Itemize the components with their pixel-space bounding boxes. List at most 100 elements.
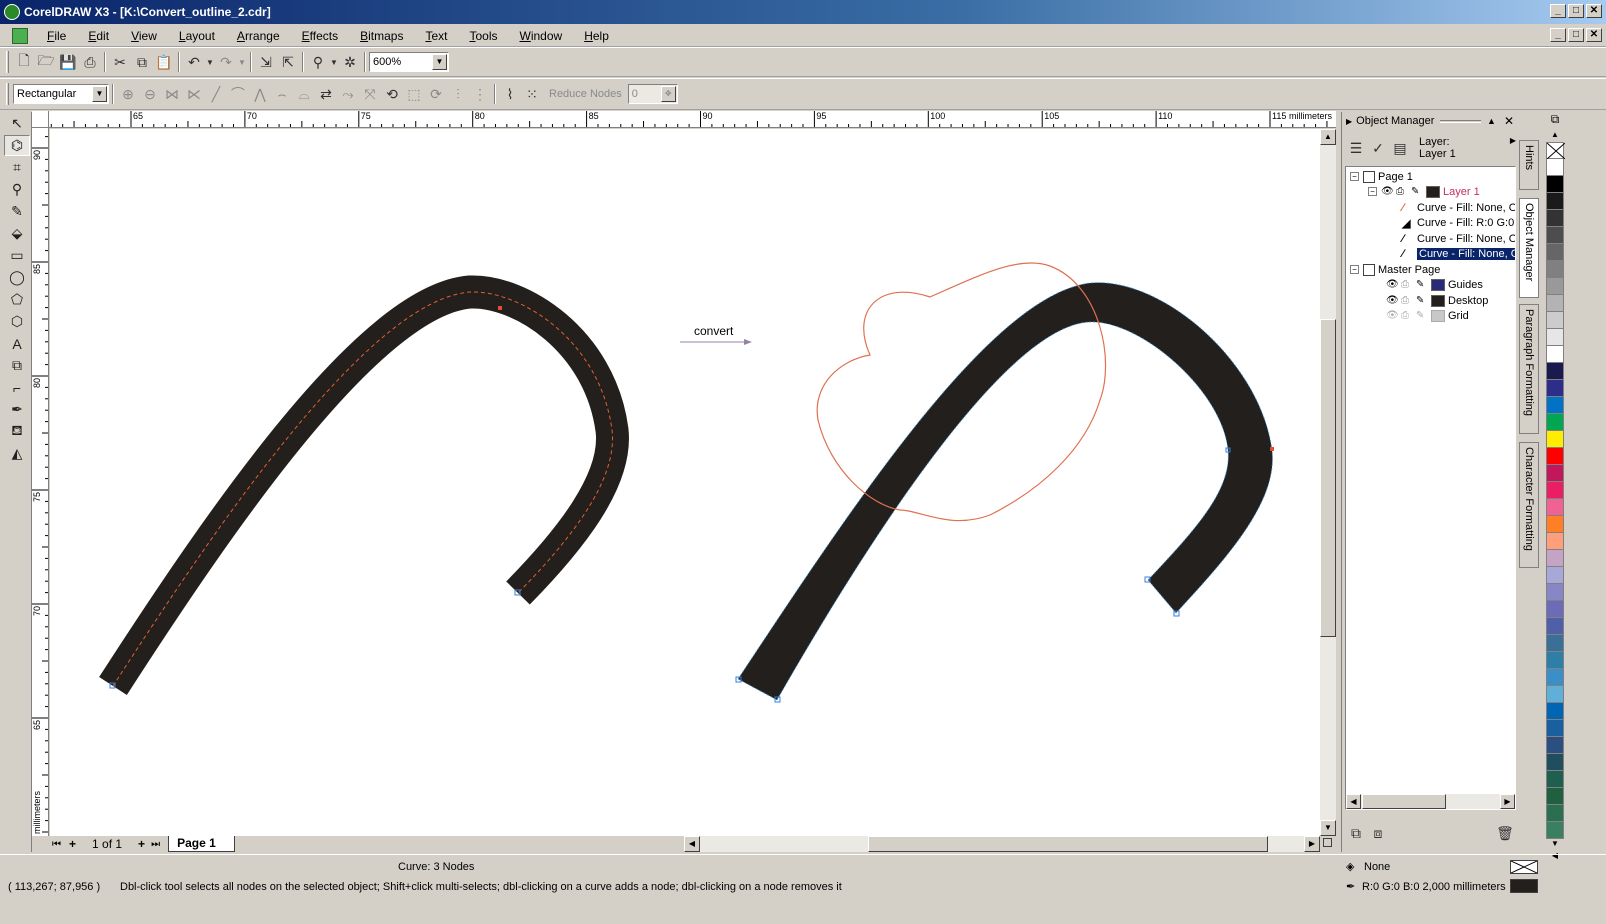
no-color-swatch[interactable] (1546, 142, 1565, 159)
freehand-tool-icon[interactable]: ✎ (4, 201, 30, 222)
menu-edit[interactable]: Edit (77, 29, 120, 43)
edit-across-layers-icon[interactable]: ✓ (1367, 137, 1389, 159)
color-swatch[interactable] (1546, 380, 1564, 397)
last-page-icon[interactable]: ⏭ (151, 839, 160, 850)
fill-swatch[interactable] (1510, 860, 1538, 874)
tree-desktop-layer[interactable]: 👁 ⎙ ✎ Desktop (1386, 293, 1488, 308)
outline-pen-icon[interactable]: ✒ (1346, 880, 1355, 893)
color-swatch[interactable] (1546, 261, 1564, 278)
tree-scrollbar[interactable]: ◀ ▶ (1346, 794, 1515, 809)
maximize-button[interactable]: □ (1568, 4, 1584, 18)
color-swatch[interactable] (1546, 618, 1564, 635)
menu-file[interactable]: File (36, 29, 77, 43)
copy-icon[interactable]: ⧉ (131, 51, 153, 73)
drawing-canvas[interactable]: convert (50, 129, 1320, 836)
eyedropper-tool-icon[interactable]: ⌐ (4, 377, 30, 398)
doc-close-button[interactable]: ✕ (1586, 28, 1602, 42)
original-outline-curve[interactable] (99, 275, 629, 695)
selection-mode-dropdown-icon[interactable]: ▼ (92, 86, 107, 102)
launcher-dropdown-icon[interactable]: ▼ (329, 51, 339, 73)
color-swatch[interactable] (1546, 414, 1564, 431)
new-layer-icon[interactable]: ⧉ (1345, 822, 1367, 844)
menu-tools[interactable]: Tools (458, 29, 508, 43)
menu-window[interactable]: Window (509, 29, 574, 43)
tree-grid-layer[interactable]: 👁 ⎙ ✎ Grid (1386, 308, 1469, 323)
tree-curve-item[interactable]: ◢ Curve - Fill: R:0 G:0 (1402, 215, 1514, 230)
welcome-icon[interactable]: ✲ (339, 51, 361, 73)
color-swatch[interactable] (1546, 176, 1564, 193)
docker-close-icon[interactable]: ✕ (1504, 114, 1514, 128)
guides-color-swatch[interactable] (1431, 278, 1445, 291)
document-icon[interactable] (12, 27, 28, 44)
palette-scroll-down-icon[interactable]: ▼ (1544, 839, 1566, 851)
select-all-nodes-icon[interactable]: ⁙ (521, 83, 543, 105)
pencil-icon[interactable]: ✎ (1416, 310, 1428, 322)
pencil-icon[interactable]: ✎ (1416, 279, 1428, 291)
delete-icon[interactable]: 🗑 (1494, 822, 1516, 844)
printer-icon[interactable]: ⎙ (1401, 279, 1413, 291)
color-swatch[interactable] (1546, 771, 1564, 788)
node-handle[interactable] (1270, 447, 1274, 451)
interactive-fill-tool-icon[interactable]: ◭ (4, 443, 30, 464)
color-swatch[interactable] (1546, 516, 1564, 533)
elastic-mode-icon[interactable]: ⌇ (499, 83, 521, 105)
new-icon[interactable]: 🗋 (13, 51, 35, 73)
palette-scroll-up-icon[interactable]: ▲ (1544, 130, 1566, 142)
interactive-blend-tool-icon[interactable]: ⧉ (4, 355, 30, 376)
fill-icon[interactable]: ◈ (1346, 860, 1354, 873)
collapse-icon[interactable]: − (1350, 265, 1359, 274)
tab-character-formatting[interactable]: Character Formatting (1519, 442, 1539, 568)
print-icon[interactable]: ⎙ (79, 51, 101, 73)
color-swatch[interactable] (1546, 686, 1564, 703)
pencil-icon[interactable]: ✎ (1416, 295, 1428, 307)
open-icon[interactable]: 🗁 (35, 51, 57, 73)
grid-color-swatch[interactable] (1431, 309, 1445, 322)
zoom-tool-icon[interactable]: ⚲ (4, 179, 30, 200)
minimize-button[interactable]: _ (1550, 4, 1566, 18)
docker-scroll-up-icon[interactable]: ▲ (1487, 116, 1496, 126)
tree-scroll-thumb[interactable] (1362, 794, 1446, 809)
tree-page-1[interactable]: − Page 1 (1350, 169, 1413, 184)
paste-icon[interactable]: 📋 (153, 51, 175, 73)
cut-icon[interactable]: ✂ (109, 51, 131, 73)
collapse-icon[interactable]: − (1368, 187, 1377, 196)
undo-icon[interactable]: ↶ (183, 51, 205, 73)
tree-curve-item[interactable]: ∕ Curve - Fill: None, O (1402, 200, 1515, 215)
color-swatch[interactable] (1546, 652, 1564, 669)
doc-minimize-button[interactable]: _ (1550, 28, 1566, 42)
color-swatch[interactable] (1546, 278, 1564, 295)
tree-guides-layer[interactable]: 👁 ⎙ ✎ Guides (1386, 277, 1483, 292)
menu-view[interactable]: View (120, 29, 168, 43)
printer-icon[interactable]: ⎙ (1396, 186, 1408, 198)
menu-text[interactable]: Text (414, 29, 458, 43)
color-swatch[interactable] (1546, 193, 1564, 210)
polygon-tool-icon[interactable]: ⬠ (4, 289, 30, 310)
printer-icon[interactable]: ⎙ (1401, 295, 1413, 307)
color-swatch[interactable] (1546, 499, 1564, 516)
menu-bitmaps[interactable]: Bitmaps (349, 29, 414, 43)
eye-icon[interactable]: 👁 (1386, 295, 1399, 307)
tree-curve-item[interactable]: ∕ Curve - Fill: None, O (1402, 231, 1515, 246)
reverse-direction-icon[interactable]: ⇄ (315, 83, 337, 105)
new-master-layer-icon[interactable]: ⧈ (1367, 822, 1389, 844)
property-bar-grip[interactable] (6, 83, 9, 105)
vertical-ruler[interactable]: 90 85 80 75 70 65 millimeters (32, 128, 49, 836)
palette-options-icon[interactable]: ⧉ (1544, 112, 1566, 130)
color-swatch[interactable] (1546, 159, 1564, 176)
color-swatch[interactable] (1546, 295, 1564, 312)
menu-arrange[interactable]: Arrange (226, 29, 291, 43)
color-swatch[interactable] (1546, 669, 1564, 686)
color-swatch[interactable] (1546, 822, 1564, 839)
color-swatch[interactable] (1546, 601, 1564, 618)
color-swatch[interactable] (1546, 244, 1564, 261)
scroll-down-icon[interactable]: ▼ (1320, 820, 1336, 836)
first-page-icon[interactable]: ⏮ (52, 839, 61, 850)
menu-help[interactable]: Help (573, 29, 620, 43)
color-swatch[interactable] (1546, 465, 1564, 482)
text-tool-icon[interactable]: A (4, 333, 30, 354)
scroll-right-icon[interactable]: ▶ (1304, 836, 1320, 852)
node-handle[interactable] (498, 306, 502, 310)
layer-color-swatch[interactable] (1426, 185, 1440, 198)
outline-tool-icon[interactable]: ✒ (4, 399, 30, 420)
printer-icon[interactable]: ⎙ (1401, 310, 1413, 322)
